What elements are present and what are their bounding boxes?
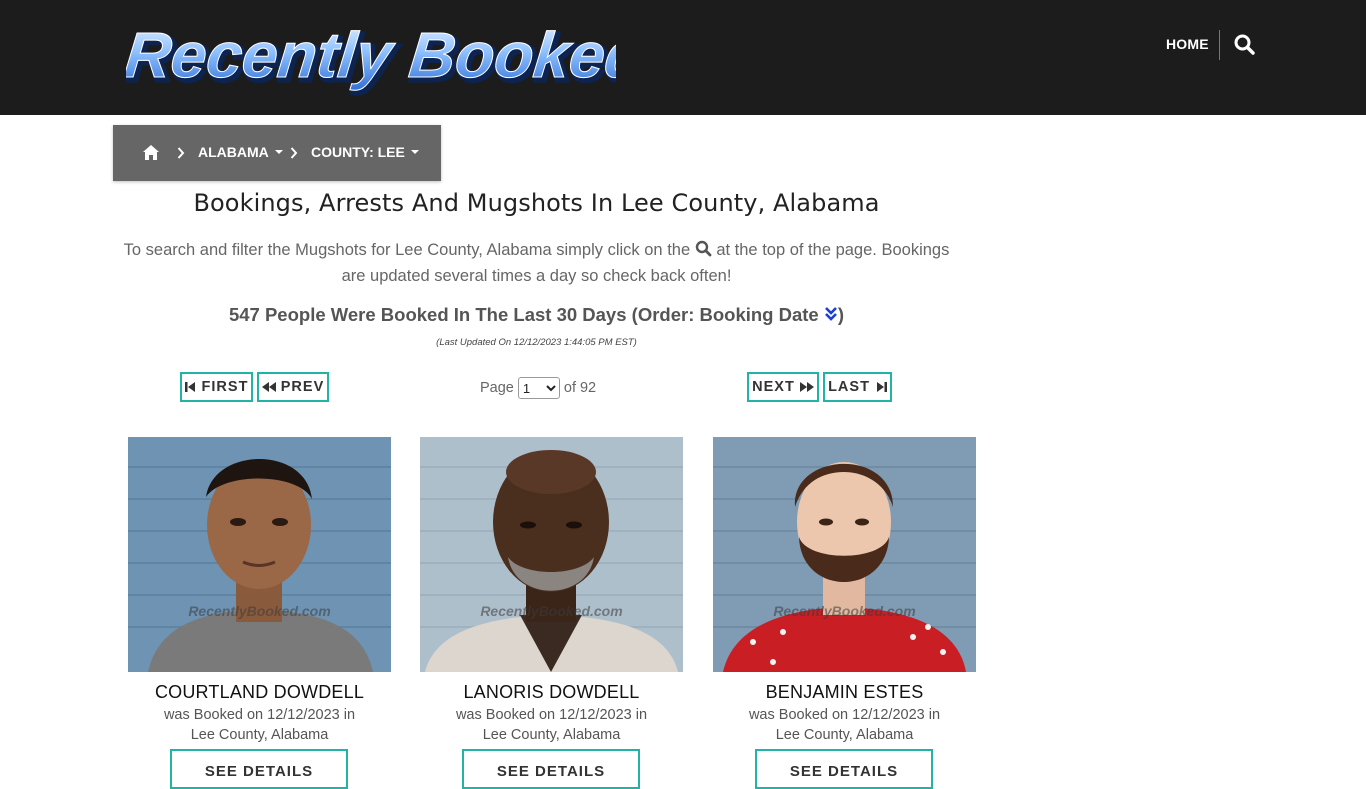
booking-description: was Booked on 12/12/2023 in Lee County, … <box>420 705 683 745</box>
svg-text:Recently Booked: Recently Booked <box>126 19 616 91</box>
sort-double-chevron-down-icon[interactable] <box>824 305 838 321</box>
last-page-label: LAST <box>828 379 870 395</box>
mugshot-watermark: RecentlyBooked.com <box>480 603 623 619</box>
mugshot-photo[interactable]: RecentlyBooked.com <box>420 437 683 672</box>
mugshot-photo[interactable]: RecentlyBooked.com <box>128 437 391 672</box>
booking-description: was Booked on 12/12/2023 in Lee County, … <box>713 705 976 745</box>
prev-page-label: PREV <box>280 379 325 395</box>
nav-divider <box>1219 30 1220 60</box>
booking-count-text: 547 People Were Booked In The Last 30 Da… <box>228 304 819 325</box>
booking-date-line: was Booked on 12/12/2023 in <box>163 707 356 723</box>
skip-last-icon <box>876 382 887 392</box>
fast-forward-icon <box>799 382 814 392</box>
booking-name[interactable]: BENJAMIN ESTES <box>713 682 976 703</box>
mugshot-watermark: RecentlyBooked.com <box>773 603 916 619</box>
breadcrumb: ALABAMA COUNTY: LEE <box>113 125 441 181</box>
next-page-button[interactable]: NEXT <box>747 372 819 402</box>
caret-down-icon <box>274 150 283 154</box>
booking-location-line: Lee County, Alabama <box>190 727 329 743</box>
booking-name[interactable]: LANORIS DOWDELL <box>420 682 683 703</box>
prev-page-button[interactable]: PREV <box>257 372 329 402</box>
breadcrumb-county-label: COUNTY: LEE <box>311 144 405 160</box>
booking-date-line: was Booked on 12/12/2023 in <box>748 707 941 723</box>
booking-location-line: Lee County, Alabama <box>775 727 914 743</box>
site-header: Recently Booked Recently Booked HOME <box>0 0 1366 115</box>
chevron-right-icon <box>177 146 185 160</box>
chevron-right-icon <box>290 146 298 160</box>
see-details-button[interactable]: SEE DETAILS <box>170 749 348 789</box>
first-page-label: FIRST <box>201 379 249 395</box>
booking-card: RecentlyBooked.com COURTLAND DOWDELL was… <box>128 437 391 789</box>
last-page-button[interactable]: LAST <box>823 372 892 402</box>
mugshot-photo[interactable]: RecentlyBooked.com <box>713 437 976 672</box>
breadcrumb-state-label: ALABAMA <box>198 144 269 160</box>
rewind-icon <box>261 382 276 392</box>
home-icon[interactable] <box>142 144 160 161</box>
search-icon <box>695 239 712 257</box>
page-select[interactable]: 1 <box>517 377 560 399</box>
mugshot-watermark: RecentlyBooked.com <box>188 603 331 619</box>
page-selector: Page 1 of 92 <box>480 377 596 399</box>
booking-description: was Booked on 12/12/2023 in Lee County, … <box>128 705 391 745</box>
skip-first-icon <box>184 382 195 392</box>
intro-text: To search and filter the Mugshots for Le… <box>113 237 960 289</box>
caret-down-icon <box>410 150 419 154</box>
booking-date-line: was Booked on 12/12/2023 in <box>455 707 648 723</box>
search-icon[interactable] <box>1233 33 1257 57</box>
nav-home-link[interactable]: HOME <box>1166 36 1209 52</box>
booking-count: 547 People Were Booked In The Last 30 Da… <box>113 304 960 326</box>
breadcrumb-county-dropdown[interactable]: COUNTY: LEE <box>311 144 419 160</box>
site-logo[interactable]: Recently Booked Recently Booked <box>126 18 616 96</box>
booking-count-close: ) <box>837 304 845 325</box>
intro-text-before: To search and filter the Mugshots for Le… <box>123 241 691 259</box>
page-label: Page <box>480 380 514 396</box>
booking-card: RecentlyBooked.com LANORIS DOWDELL was B… <box>420 437 683 789</box>
page-title: Bookings, Arrests And Mugshots In Lee Co… <box>193 189 880 217</box>
first-page-button[interactable]: FIRST <box>180 372 253 402</box>
next-page-label: NEXT <box>752 379 795 395</box>
booking-card: RecentlyBooked.com BENJAMIN ESTES was Bo… <box>713 437 976 789</box>
breadcrumb-state-dropdown[interactable]: ALABAMA <box>198 144 283 160</box>
last-updated: (Last Updated On 12/12/2023 1:44:05 PM E… <box>436 337 637 348</box>
see-details-button[interactable]: SEE DETAILS <box>755 749 933 789</box>
page-total-label: of 92 <box>563 380 597 396</box>
booking-name[interactable]: COURTLAND DOWDELL <box>128 682 391 703</box>
booking-location-line: Lee County, Alabama <box>482 727 621 743</box>
see-details-button[interactable]: SEE DETAILS <box>462 749 640 789</box>
